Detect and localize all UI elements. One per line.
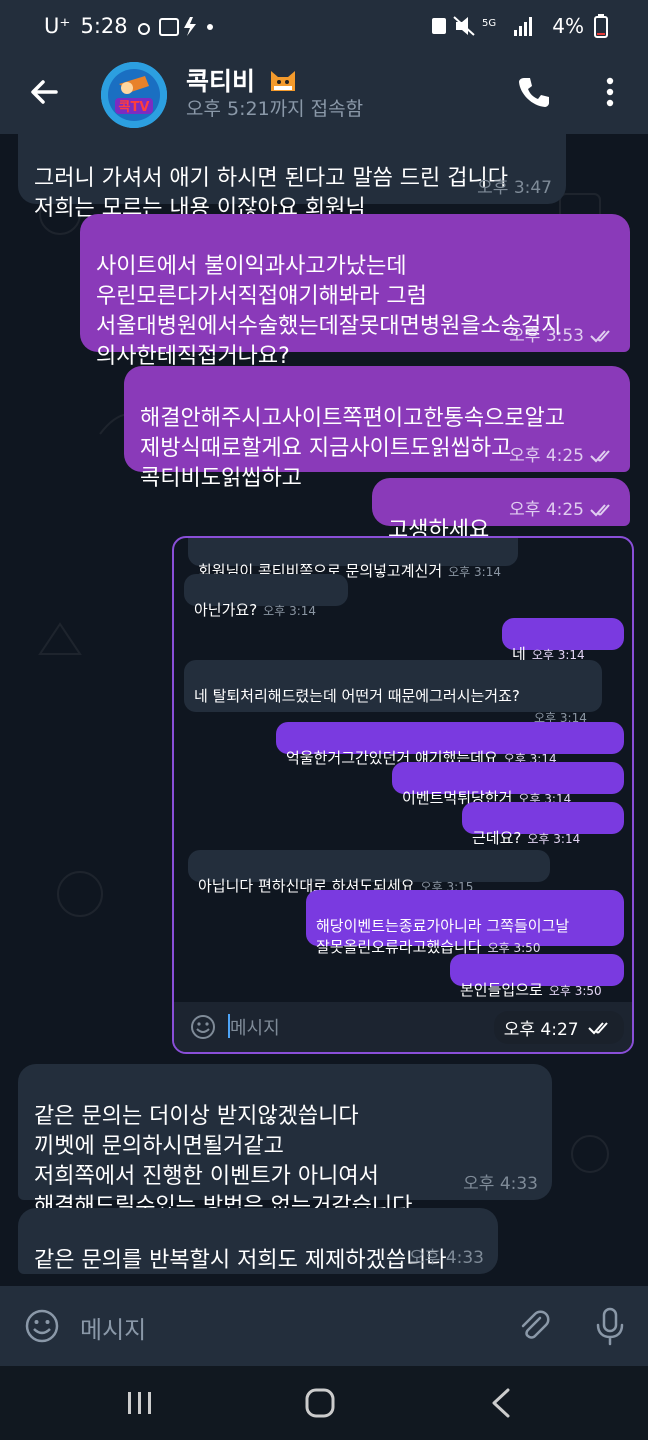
screenshot-message-text: 근데요? [472, 829, 522, 847]
chat-header: 콕TV 콕티비 오후 5:21까지 접속함 [0, 56, 648, 134]
smiley-icon [191, 1015, 215, 1039]
double-check-icon [590, 330, 610, 343]
status-right: 5G 4% [430, 14, 608, 38]
status-left: U⁺ 5:28 [44, 14, 228, 38]
microphone-icon[interactable] [592, 1306, 628, 1346]
message-meta: 오후 4:25 [509, 446, 616, 466]
screenshot-message-outgoing: 본인들입으로 오후 3:50 [450, 954, 624, 999]
screenshot-message-text: 아닌가요? [194, 601, 258, 619]
message-time: 오후 4:33 [409, 1248, 484, 1268]
message-meta: 오후 4:25 [509, 500, 616, 520]
screenshot-message-outgoing: 억울한거그간있던거 얘기했는데요 오후 3:14 [276, 722, 624, 767]
phone-icon[interactable] [516, 74, 552, 110]
double-check-icon [590, 450, 610, 463]
screenshot-message-outgoing: 근데요? 오후 3:14 [462, 802, 624, 847]
screenshot-message-time: 오후 3:14 [263, 604, 317, 618]
screenshot-message-incoming: 아닙니다 편하신대로 하셔도되세요 오후 3:15 [188, 850, 550, 895]
message-text: 같은 문의를 반복할시 저희도 제제하겠씁니다 [34, 1248, 447, 1273]
carrier-label: U⁺ [44, 14, 71, 38]
image-time: 오후 4:27 [503, 1020, 579, 1040]
home-icon[interactable] [290, 1384, 350, 1422]
message-time: 오후 4:25 [509, 500, 584, 520]
message-input-bar: 메시지 [0, 1286, 648, 1366]
message-meta: 오후 3:53 [509, 326, 616, 346]
avatar-logo-icon: 콕TV [101, 62, 167, 128]
message-meta: 오후 4:33 [409, 1248, 484, 1268]
screenshot-message-time: 오후 3:14 [448, 565, 501, 579]
attach-paperclip-icon[interactable] [516, 1308, 552, 1344]
screenshot-message-incoming: 아닌가요? 오후 3:14 [184, 574, 348, 619]
screenshot-message-text: 네 탈퇴처리해드렸는데 어떤거 때문에그러시는거죠? [194, 687, 520, 705]
double-check-icon [588, 1022, 608, 1035]
message-bubble-outgoing[interactable]: 고생하세요 오후 4:25 [372, 478, 630, 543]
back-icon[interactable] [472, 1384, 532, 1422]
recent-apps-icon[interactable] [110, 1384, 170, 1422]
screenshot-message-time: 오후 3:14 [527, 832, 581, 846]
notification-icons [137, 17, 213, 36]
message-bubble-incoming[interactable]: 같은 문의는 더이상 받지않겠씁니다 끼벳에 문의하시면될거같고 저희쪽에서 진… [18, 1064, 552, 1219]
message-input-placeholder[interactable]: 메시지 [80, 1310, 146, 1345]
message-text: 사이트에서 불이익과사고가났는데 우린모른다가서직접얘기해봐라 그럼 서울대병원… [96, 254, 562, 369]
chat-area[interactable]: 그러니 가셔서 애기 하시면 된다고 말씀 드린 겁니다 저희는 모르는 내용 … [0, 134, 648, 1286]
screenshot-message-outgoing: 이벤트먹튀당한거 오후 3:14 [392, 762, 624, 807]
svg-text:콕TV: 콕TV [119, 100, 150, 115]
message-time: 오후 3:47 [477, 178, 552, 198]
screenshot-input-placeholder: 메시지 [230, 1018, 280, 1039]
battery-icon [594, 14, 608, 38]
message-time: 오후 4:25 [509, 446, 584, 466]
chat-title: 콕티비 [186, 62, 298, 98]
screenshot-message-time: 오후 4:27 [493, 1011, 624, 1044]
message-time: 오후 3:53 [509, 326, 584, 346]
more-vertical-icon[interactable] [596, 74, 624, 110]
screenshot-message-outgoing: 해당이벤트는종료가아니라 그쪽들이그날 잘못올린오류라고했습니다 오후 3:50 [306, 890, 624, 956]
screenshot-message-text: 본인들입으로 [460, 981, 543, 999]
screenshot-message-outgoing: 네 오후 3:14 [502, 618, 624, 663]
screenshot-image-message[interactable]: 회원님이 콕티비쪽으로 문의넣고계신거 오후 3:14 아닌가요? 오후 3:14 … [172, 536, 634, 1054]
message-bubble-outgoing[interactable]: 해결안해주시고사이트쪽편이고한통속으로알고 제방식때로할게요 지금사이트도읽씹하… [124, 366, 630, 491]
message-text: 같은 문의는 더이상 받지않겠씁니다 끼벳에 문의하시면될거같고 저희쪽에서 진… [34, 1104, 413, 1219]
smiley-icon[interactable] [24, 1308, 60, 1344]
message-bubble-incoming[interactable]: 그러니 가셔서 애기 하시면 된다고 말씀 드린 겁니다 저희는 모르는 내용 … [18, 134, 566, 221]
screenshot-message-incoming: 회원님이 콕티비쪽으로 문의넣고계신거 오후 3:14 [188, 538, 518, 580]
screenshot-message-incoming: 네 탈퇴처리해드렸는데 어떤거 때문에그러시는거죠? 오후 3:14 [184, 660, 602, 725]
system-navigation-bar [0, 1366, 648, 1440]
double-check-icon [590, 504, 610, 517]
message-time: 오후 4:33 [463, 1174, 538, 1194]
screenshot-message-time: 오후 3:50 [548, 984, 602, 998]
system-icons: 5G [432, 16, 533, 36]
chat-title-text: 콕티비 [186, 67, 256, 96]
message-meta: 오후 3:47 [477, 178, 552, 198]
battery-label: 4% [552, 14, 584, 38]
message-meta: 오후 4:33 [463, 1174, 538, 1194]
avatar[interactable]: 콕TV [101, 62, 167, 128]
cat-emoji-icon [270, 71, 295, 91]
message-bubble-incoming[interactable]: 같은 문의를 반복할시 저희도 제제하겠씁니다 오후 4:33 [18, 1208, 498, 1274]
network-type-icon: 5G [482, 18, 496, 29]
screenshot-message-time: 오후 3:50 [487, 941, 541, 955]
back-arrow-icon[interactable] [26, 74, 62, 110]
last-seen-status: 오후 5:21까지 접속함 [186, 98, 364, 120]
clock: 5:28 [80, 14, 128, 38]
message-bubble-outgoing[interactable]: 사이트에서 불이익과사고가났는데 우린모른다가서직접얘기해봐라 그럼 서울대병원… [80, 214, 630, 369]
status-bar: U⁺ 5:28 5G 4% [0, 0, 648, 56]
